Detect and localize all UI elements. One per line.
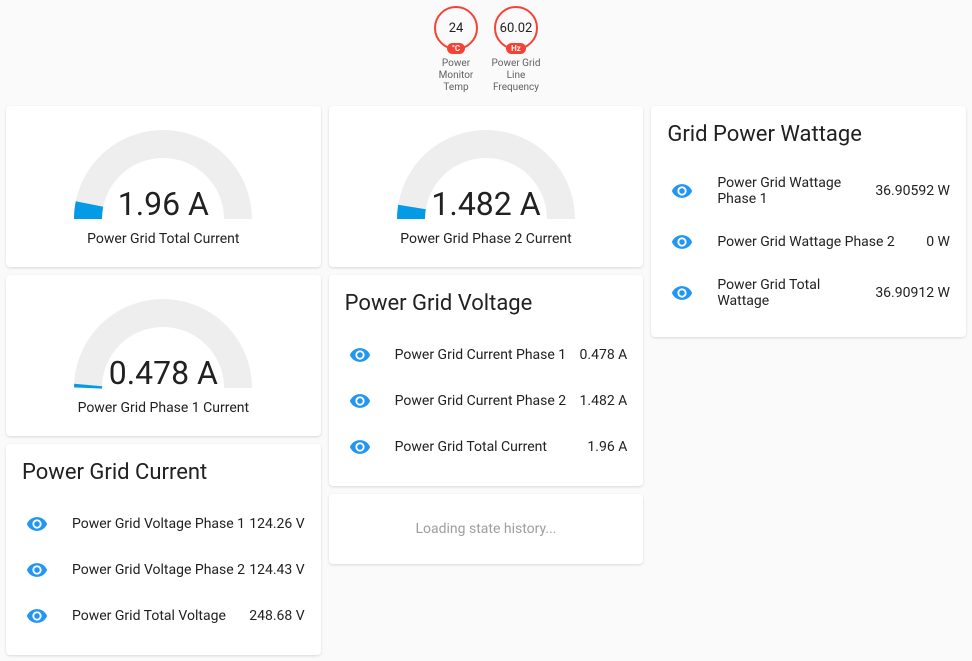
gauge-phase2-current[interactable]: 1.482 A Power Grid Phase 2 Current bbox=[329, 106, 644, 267]
loading-text: Loading state history... bbox=[415, 521, 556, 537]
row-value: 0 W bbox=[926, 234, 950, 250]
temp-badge-unit: °C bbox=[447, 43, 465, 54]
freq-badge-circle: 60.02 Hz bbox=[494, 6, 538, 50]
eye-icon bbox=[671, 282, 693, 304]
eye-icon bbox=[26, 513, 48, 535]
list-item[interactable]: Power Grid Current Phase 1 0.478 A bbox=[345, 332, 628, 378]
row-value: 36.90912 W bbox=[875, 285, 950, 301]
row-value: 124.26 V bbox=[249, 516, 304, 532]
column-2: 1.482 A Power Grid Phase 2 Current Power… bbox=[329, 106, 644, 655]
gauge-label: Power Grid Total Current bbox=[87, 231, 239, 247]
gauge-total-current[interactable]: 1.96 A Power Grid Total Current bbox=[6, 106, 321, 267]
row-value: 1.482 A bbox=[580, 393, 628, 409]
current-card-title: Power Grid Current bbox=[22, 460, 305, 485]
dashboard-grid: 1.96 A Power Grid Total Current 0.478 A … bbox=[6, 106, 966, 655]
column-3: Grid Power Wattage Power Grid Wattage Ph… bbox=[651, 106, 966, 655]
list-item[interactable]: Power Grid Voltage Phase 1 124.26 V bbox=[22, 501, 305, 547]
row-value: 36.90592 W bbox=[875, 183, 950, 199]
freq-badge-value: 60.02 bbox=[500, 21, 533, 36]
list-item[interactable]: Power Grid Total Current 1.96 A bbox=[345, 424, 628, 470]
voltage-card: Power Grid Voltage Power Grid Current Ph… bbox=[329, 275, 644, 486]
eye-icon bbox=[26, 559, 48, 581]
freq-badge[interactable]: 60.02 Hz Power Grid Line Frequency bbox=[488, 6, 544, 94]
row-label: Power Grid Total Wattage bbox=[717, 277, 875, 309]
history-card: Loading state history... bbox=[329, 494, 644, 564]
list-item[interactable]: Power Grid Wattage Phase 1 36.90592 W bbox=[667, 163, 950, 219]
row-value: 1.96 A bbox=[587, 439, 627, 455]
row-value: 124.43 V bbox=[249, 562, 304, 578]
freq-badge-unit: Hz bbox=[506, 43, 526, 54]
eye-icon bbox=[671, 231, 693, 253]
eye-icon bbox=[349, 344, 371, 366]
temp-badge[interactable]: 24 °C Power Monitor Temp bbox=[428, 6, 484, 94]
current-card: Power Grid Current Power Grid Voltage Ph… bbox=[6, 444, 321, 655]
row-value: 248.68 V bbox=[249, 608, 304, 624]
row-label: Power Grid Wattage Phase 2 bbox=[717, 234, 926, 250]
gauge-label: Power Grid Phase 2 Current bbox=[400, 231, 572, 247]
wattage-card: Grid Power Wattage Power Grid Wattage Ph… bbox=[651, 106, 966, 337]
gauge: 1.96 A bbox=[68, 124, 258, 219]
row-label: Power Grid Voltage Phase 2 bbox=[72, 562, 249, 578]
sensor-badges-row: 24 °C Power Monitor Temp 60.02 Hz Power … bbox=[6, 6, 966, 94]
row-label: Power Grid Total Current bbox=[395, 439, 588, 455]
gauge-value: 1.96 A bbox=[68, 185, 258, 223]
row-label: Power Grid Voltage Phase 1 bbox=[72, 516, 249, 532]
eye-icon bbox=[349, 390, 371, 412]
row-label: Power Grid Total Voltage bbox=[72, 608, 249, 624]
list-item[interactable]: Power Grid Wattage Phase 2 0 W bbox=[667, 219, 950, 265]
temp-badge-value: 24 bbox=[449, 21, 464, 36]
row-value: 0.478 A bbox=[580, 347, 628, 363]
gauge-value: 1.482 A bbox=[391, 185, 581, 223]
voltage-card-title: Power Grid Voltage bbox=[345, 291, 628, 316]
gauge-label: Power Grid Phase 1 Current bbox=[78, 400, 250, 416]
wattage-card-title: Grid Power Wattage bbox=[667, 122, 950, 147]
gauge-value: 0.478 A bbox=[68, 354, 258, 392]
row-label: Power Grid Current Phase 2 bbox=[395, 393, 580, 409]
column-1: 1.96 A Power Grid Total Current 0.478 A … bbox=[6, 106, 321, 655]
row-label: Power Grid Wattage Phase 1 bbox=[717, 175, 875, 207]
list-item[interactable]: Power Grid Total Wattage 36.90912 W bbox=[667, 265, 950, 321]
eye-icon bbox=[26, 605, 48, 627]
temp-badge-label: Power Monitor Temp bbox=[439, 58, 474, 94]
eye-icon bbox=[349, 436, 371, 458]
freq-badge-label: Power Grid Line Frequency bbox=[492, 58, 541, 94]
temp-badge-circle: 24 °C bbox=[434, 6, 478, 50]
list-item[interactable]: Power Grid Voltage Phase 2 124.43 V bbox=[22, 547, 305, 593]
gauge: 0.478 A bbox=[68, 293, 258, 388]
gauge: 1.482 A bbox=[391, 124, 581, 219]
gauge-phase1-current[interactable]: 0.478 A Power Grid Phase 1 Current bbox=[6, 275, 321, 436]
list-item[interactable]: Power Grid Total Voltage 248.68 V bbox=[22, 593, 305, 639]
list-item[interactable]: Power Grid Current Phase 2 1.482 A bbox=[345, 378, 628, 424]
eye-icon bbox=[671, 180, 693, 202]
row-label: Power Grid Current Phase 1 bbox=[395, 347, 580, 363]
